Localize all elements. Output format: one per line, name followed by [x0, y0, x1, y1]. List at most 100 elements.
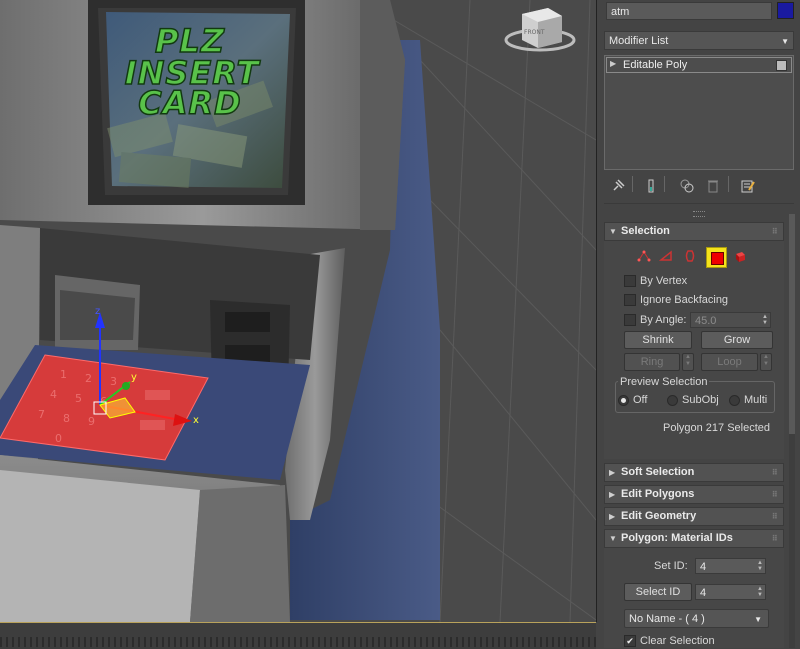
clear-selection-checkbox[interactable]: ✔ Clear Selection: [624, 635, 715, 648]
rollout-title: Edit Geometry: [621, 510, 697, 522]
polygon-mode-icon: [711, 252, 724, 265]
material-name-value: No Name - ( 4 ): [629, 613, 705, 625]
stack-item-toggle[interactable]: [776, 60, 787, 71]
modifier-list-dropdown[interactable]: Modifier List ▼: [604, 31, 794, 50]
rollout-soft-selection-header[interactable]: ▶ Soft Selection ⠿: [604, 463, 784, 482]
resize-grip-icon[interactable]: [693, 211, 705, 217]
pin-stack-icon[interactable]: [610, 178, 626, 194]
collapse-arrow-icon: ▼: [609, 534, 617, 543]
rollout-title: Soft Selection: [621, 466, 695, 478]
perspective-viewport[interactable]: PLZ INSERT CARD 123 456 789 0: [0, 0, 597, 622]
ring-spinner-arrows-icon[interactable]: ▲ ▼: [682, 353, 694, 371]
expand-arrow-icon[interactable]: ▶: [610, 59, 616, 68]
object-name-field[interactable]: atm: [606, 2, 772, 20]
rollout-title: Polygon: Material IDs: [621, 532, 733, 544]
viewcube[interactable]: FRONT: [504, 8, 576, 52]
angle-spinner[interactable]: 45.0 ▲ ▼: [690, 312, 771, 328]
svg-text:7: 7: [38, 408, 45, 421]
rollout-edit-geometry-header[interactable]: ▶ Edit Geometry ⠿: [604, 507, 784, 526]
configure-modifier-sets-icon[interactable]: [740, 178, 756, 194]
svg-text:8: 8: [63, 412, 70, 425]
rollout-title: Selection: [621, 225, 670, 237]
svg-text:1: 1: [60, 368, 67, 381]
preview-off-label: Off: [633, 394, 648, 406]
collapse-arrow-icon: ▼: [609, 227, 617, 236]
set-id-label: Set ID:: [654, 560, 688, 572]
radio-dot[interactable]: [618, 394, 629, 406]
border-mode-icon[interactable]: [682, 248, 698, 264]
stack-item-label: Editable Poly: [623, 59, 688, 71]
preview-subobj-label: SubObj: [682, 394, 719, 406]
grip-icon: ⠿: [771, 490, 778, 499]
spinner-arrows-icon[interactable]: ▲ ▼: [757, 586, 763, 598]
set-id-spinner[interactable]: 4 ▲ ▼: [695, 558, 766, 574]
grip-icon: ⠿: [771, 534, 778, 543]
rollout-material-ids-header[interactable]: ▼ Polygon: Material IDs ⠿: [604, 529, 784, 548]
checkbox-box[interactable]: [624, 294, 636, 307]
loop-button[interactable]: Loop: [701, 353, 758, 371]
chevron-down-icon: ▼: [781, 37, 789, 46]
grip-icon: ⠿: [771, 227, 778, 236]
ignore-backfacing-checkbox[interactable]: Ignore Backfacing: [624, 294, 729, 307]
preview-subobj-radio[interactable]: SubObj: [667, 394, 719, 406]
gizmo-x-label: x: [193, 415, 199, 426]
radio-dot[interactable]: [729, 394, 740, 406]
select-id-value: 4: [700, 587, 707, 599]
vertex-mode-icon[interactable]: [636, 248, 652, 264]
by-angle-checkbox[interactable]: By Angle:: [624, 314, 687, 327]
select-id-button[interactable]: Select ID: [624, 583, 692, 601]
viewcube-face-label: FRONT: [524, 29, 545, 36]
shrink-button[interactable]: Shrink: [624, 331, 692, 349]
make-unique-icon[interactable]: [679, 178, 695, 194]
stack-item[interactable]: ▶ Editable Poly: [606, 57, 792, 73]
expand-arrow-icon: ▶: [609, 512, 616, 521]
panel-scrollbar-thumb[interactable]: [789, 214, 795, 434]
material-name-dropdown[interactable]: No Name - ( 4 ) ▼: [624, 609, 769, 628]
preview-multi-label: Multi: [744, 394, 768, 406]
svg-text:0: 0: [55, 432, 62, 445]
checkbox-box[interactable]: ✔: [624, 635, 636, 648]
set-id-value: 4: [700, 561, 707, 573]
ring-button[interactable]: Ring: [624, 353, 680, 371]
modifier-list-label: Modifier List: [609, 35, 669, 47]
spinner-arrows-icon[interactable]: ▲ ▼: [757, 560, 763, 572]
spinner-arrows-icon[interactable]: ▲ ▼: [762, 314, 768, 326]
rollout-edit-polygons-header[interactable]: ▶ Edit Polygons ⠿: [604, 485, 784, 504]
ignore-backfacing-label: Ignore Backfacing: [640, 294, 729, 306]
expand-arrow-icon: ▶: [609, 490, 616, 499]
preview-multi-radio[interactable]: Multi: [729, 394, 767, 406]
preview-off-radio[interactable]: Off: [618, 394, 647, 406]
command-panel: atm Modifier List ▼ ▶ Editable Poly ▼ Se…: [597, 0, 800, 648]
element-mode-icon[interactable]: [732, 248, 748, 264]
remove-modifier-icon[interactable]: [705, 178, 721, 194]
polygon-mode-button[interactable]: [706, 247, 727, 268]
angle-value: 45.0: [695, 315, 717, 327]
modifier-stack: ▶ Editable Poly: [604, 55, 794, 170]
svg-text:5: 5: [75, 392, 82, 405]
panel-scrollbar[interactable]: [789, 214, 795, 648]
object-color-swatch[interactable]: [777, 2, 794, 19]
checkbox-box[interactable]: [624, 314, 636, 327]
show-end-result-icon[interactable]: [643, 178, 659, 194]
grip-icon: ⠿: [771, 468, 778, 477]
grow-button[interactable]: Grow: [701, 331, 773, 349]
by-vertex-checkbox[interactable]: By Vertex: [624, 275, 687, 288]
radio-dot[interactable]: [667, 394, 678, 406]
stack-toolbar: [597, 174, 800, 198]
viewport-border-bar: [0, 622, 596, 649]
rollout-selection-header[interactable]: ▼ Selection ⠿: [604, 222, 784, 241]
selection-status: Polygon 217 Selected: [663, 422, 771, 434]
grip-icon: ⠿: [771, 512, 778, 521]
preview-selection-title: Preview Selection: [618, 376, 710, 388]
expand-arrow-icon: ▶: [609, 468, 616, 477]
clear-selection-label: Clear Selection: [640, 635, 715, 647]
by-angle-label: By Angle:: [640, 314, 687, 326]
panel-divider: [604, 203, 794, 204]
gizmo-y-label: y: [131, 372, 137, 383]
svg-text:3: 3: [110, 375, 117, 388]
loop-spinner-arrows-icon[interactable]: ▲ ▼: [760, 353, 772, 371]
checkbox-box[interactable]: [624, 275, 636, 288]
select-id-spinner[interactable]: 4 ▲ ▼: [695, 584, 766, 600]
svg-text:9: 9: [88, 415, 95, 428]
edge-mode-icon[interactable]: [658, 248, 674, 264]
